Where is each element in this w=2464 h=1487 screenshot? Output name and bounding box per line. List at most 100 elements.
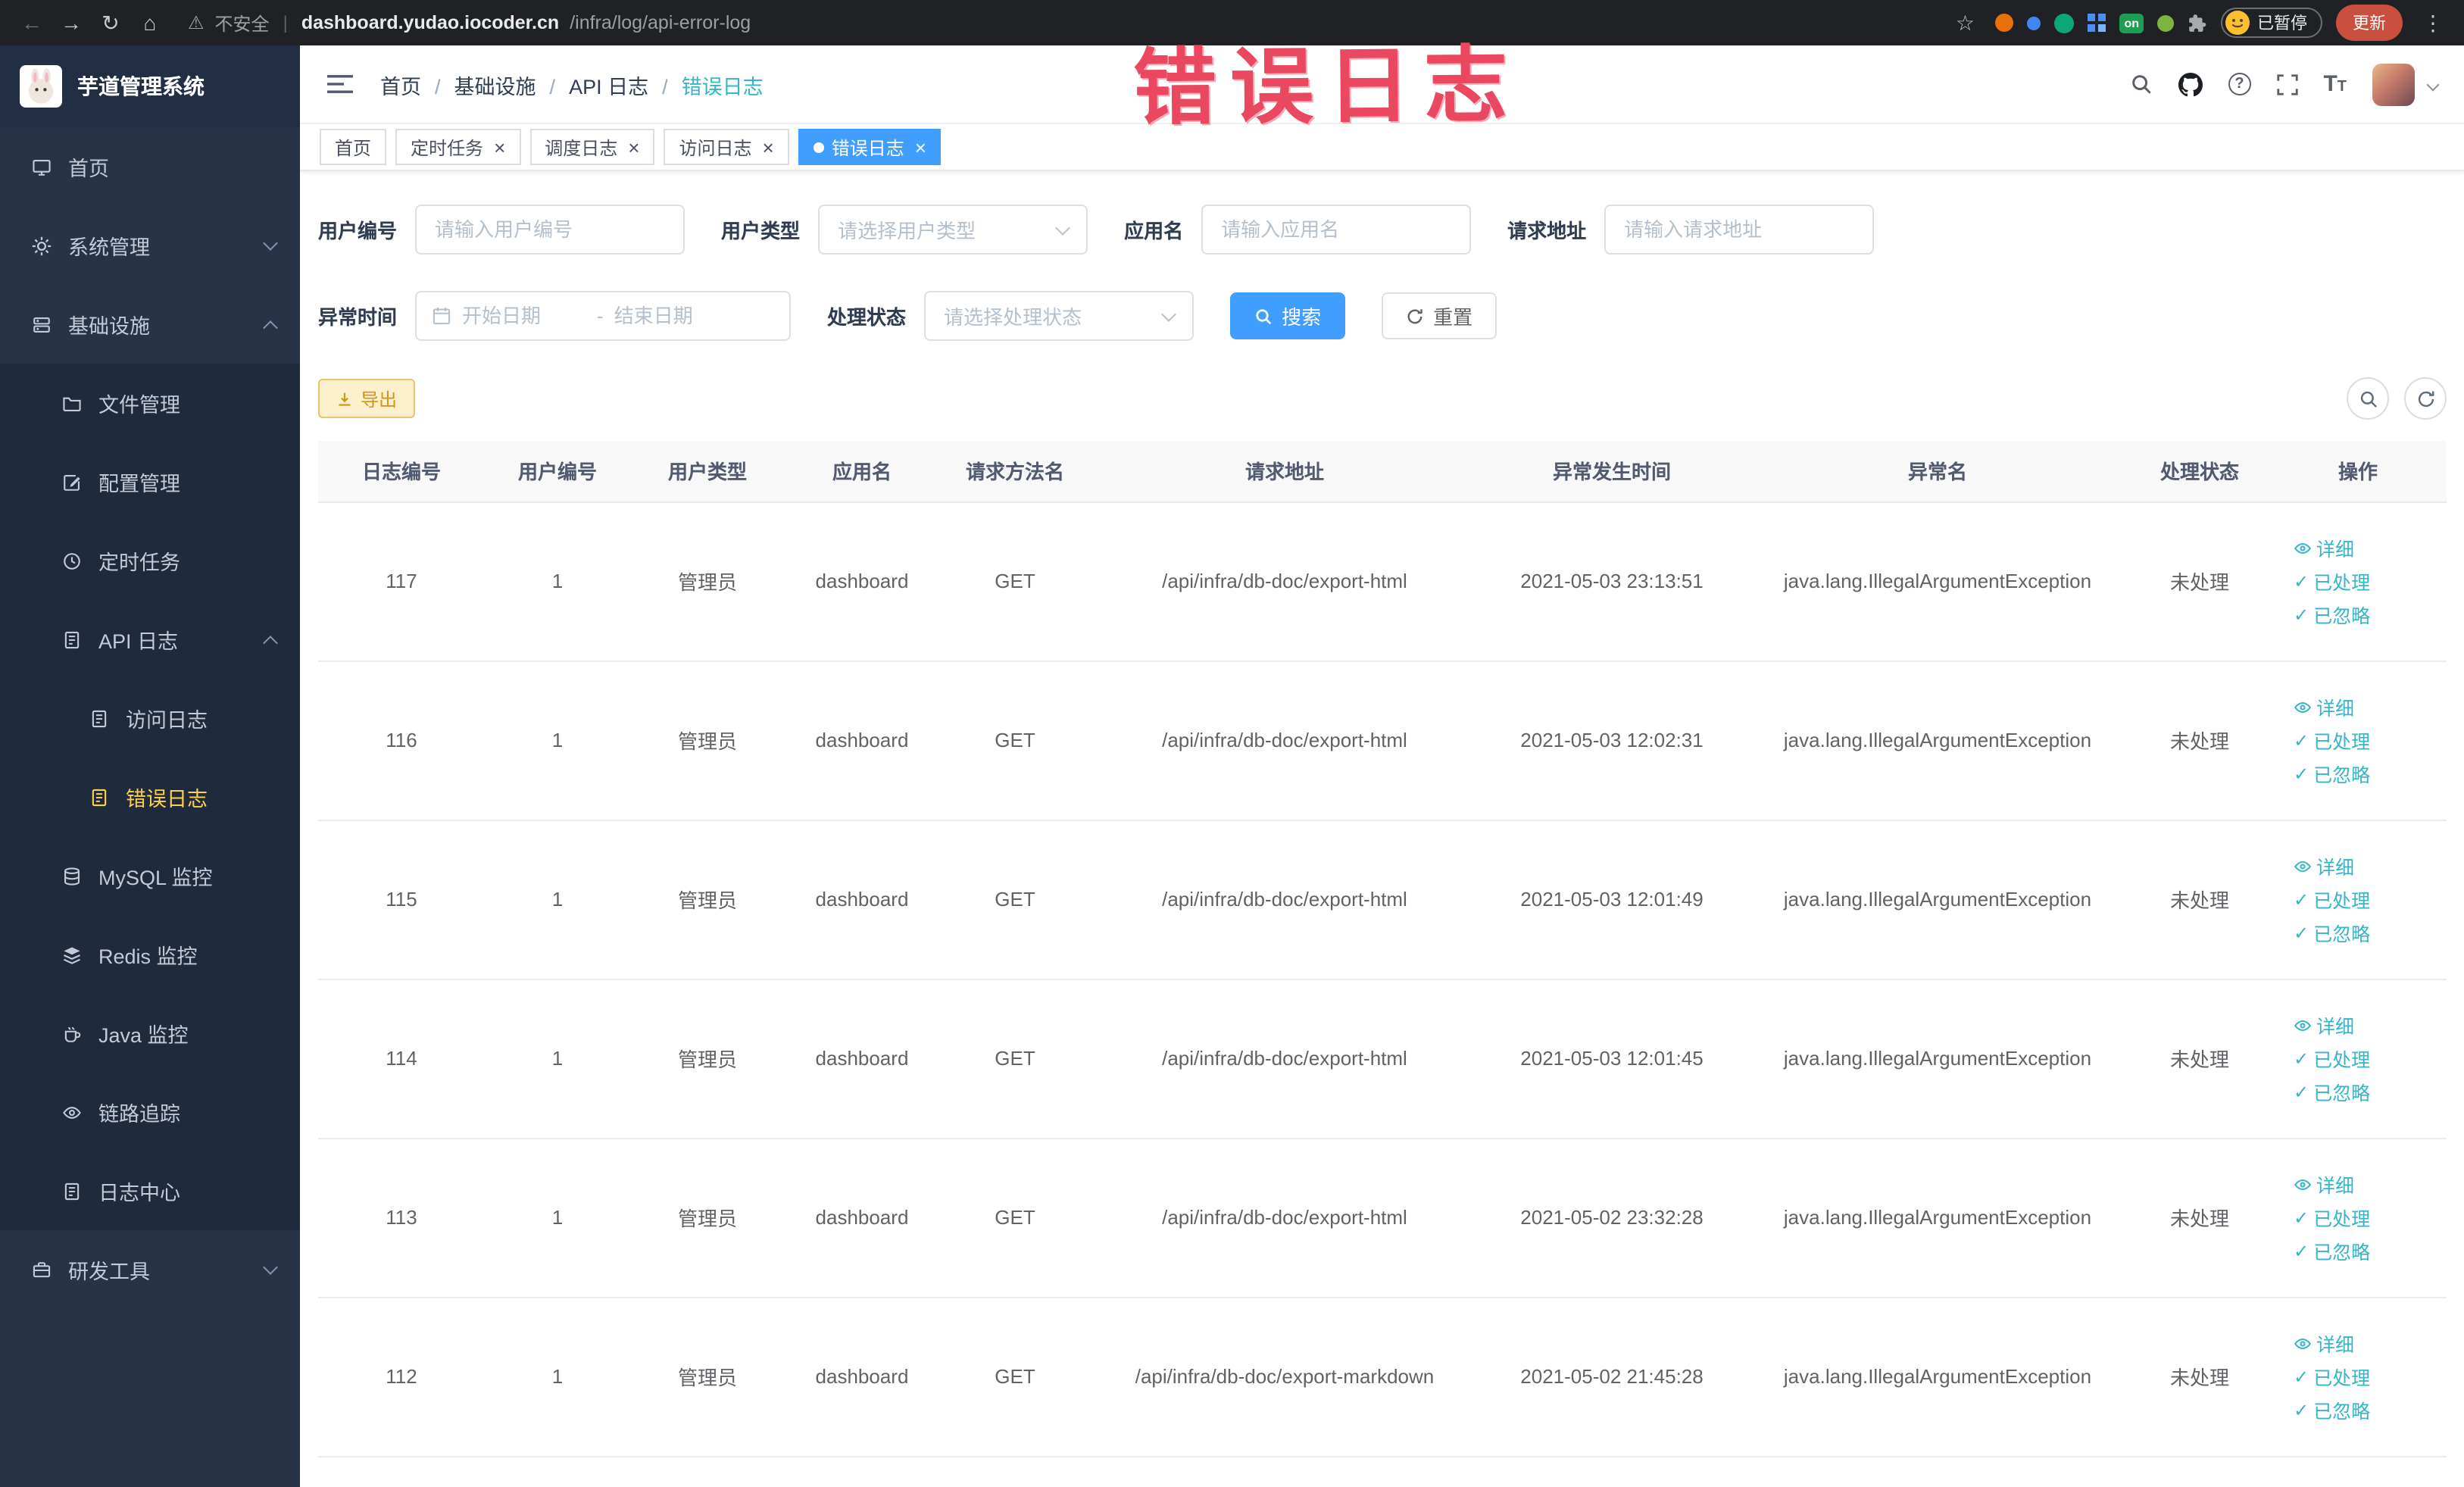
toggle-search-button[interactable] [2347,377,2389,420]
eye-icon [2294,701,2311,713]
close-icon[interactable] [763,137,774,157]
extensions-puzzle-icon[interactable] [2188,13,2207,33]
home-icon[interactable]: ⌂ [133,6,167,39]
breadcrumb-home[interactable]: 首页 [380,69,454,99]
sidebar-item-label: 定时任务 [98,551,180,574]
extension-icon[interactable] [2027,16,2041,30]
sidebar-item-link-tracing[interactable]: 链路追踪 [0,1073,300,1151]
close-icon[interactable] [915,137,926,157]
mark-processed-link[interactable]: 已处理 [2294,1044,2370,1073]
extension-icon[interactable] [1995,14,2014,32]
sidebar-item-access-log[interactable]: 访问日志 [0,679,300,758]
close-icon[interactable] [628,137,639,157]
detail-link[interactable]: 详细 [2294,692,2354,721]
reset-button[interactable]: 重置 [1382,292,1497,339]
tab-schedule-log[interactable]: 调度日志 [529,129,655,165]
mark-processed-link[interactable]: 已处理 [2294,885,2370,914]
mark-processed-link[interactable]: 已处理 [2294,567,2370,595]
export-button[interactable]: 导出 [318,379,416,418]
detail-link[interactable]: 详细 [2294,1011,2354,1039]
github-icon[interactable] [2178,72,2203,96]
back-icon[interactable]: ← [15,6,48,39]
sidebar-item-home[interactable]: 首页 [0,127,300,206]
process-status-select[interactable]: 请选择处理状态 [924,291,1195,341]
processed-label: 已处理 [2313,573,2371,594]
close-icon[interactable] [494,137,505,157]
sidebar-item-java-monitor[interactable]: Java 监控 [0,994,300,1073]
detail-link[interactable]: 详细 [2294,1170,2354,1198]
refresh-table-button[interactable] [2404,377,2447,420]
sidebar-item-config-management[interactable]: 配置管理 [0,442,300,521]
collapse-sidebar-button[interactable] [327,73,353,95]
tab-access-log[interactable]: 访问日志 [664,129,789,165]
check-icon [2294,763,2309,784]
avatar-dropdown-caret[interactable] [2426,77,2440,91]
detail-link[interactable]: 详细 [2294,851,2354,880]
forward-icon[interactable]: → [55,6,88,39]
sidebar-item-dev-tools[interactable]: 研发工具 [0,1230,300,1309]
breadcrumb-infrastructure[interactable]: 基础设施 [454,69,570,99]
font-size-icon[interactable]: TT [2323,73,2347,95]
help-icon[interactable] [2228,73,2251,95]
mark-ignored-link[interactable]: 已忽略 [2294,1236,2370,1265]
cell-request-url: /api/infra/db-doc/export-html [1091,501,1479,661]
check-icon [2294,1048,2309,1069]
end-date-input[interactable] [614,305,739,327]
mark-ignored-link[interactable]: 已忽略 [2294,1077,2370,1106]
sidebar-item-scheduled-jobs[interactable]: 定时任务 [0,521,300,600]
browser-update-button[interactable]: 更新 [2336,5,2403,41]
menu-kebab-icon[interactable]: ⋮ [2416,6,2450,39]
extension-on-badge[interactable]: on [2119,13,2144,33]
mark-ignored-link[interactable]: 已忽略 [2294,600,2370,629]
bookmark-star-icon[interactable]: ☆ [1948,6,1982,39]
tab-scheduled-jobs[interactable]: 定时任务 [395,129,521,165]
breadcrumb-api-log[interactable]: API 日志 [569,69,682,99]
extension-icon[interactable] [2157,14,2174,31]
mark-ignored-link[interactable]: 已忽略 [2294,759,2370,788]
error-log-table: 日志编号 用户编号 用户类型 应用名 请求方法名 请求地址 异常发生时间 异常名… [318,441,2447,1457]
start-date-input[interactable] [462,305,587,327]
sidebar-item-mysql-monitor[interactable]: MySQL 监控 [0,836,300,915]
address-bar[interactable]: ⚠ 不安全 | dashboard.yudao.iocoder.cn/infra… [188,10,751,36]
search-button[interactable]: 搜索 [1230,292,1346,339]
mark-processed-link[interactable]: 已处理 [2294,1203,2370,1232]
profile-paused-chip[interactable]: 已暂停 [2221,8,2322,38]
request-url-input[interactable] [1604,205,1875,255]
url-host[interactable]: dashboard.yudao.iocoder.cn [301,12,559,33]
cell-status: 未处理 [2130,1138,2269,1298]
search-icon[interactable] [2129,73,2152,95]
fullscreen-icon[interactable] [2276,73,2298,95]
sidebar-item-error-log[interactable]: 错误日志 [0,758,300,836]
sidebar-item-infrastructure[interactable]: 基础设施 [0,285,300,364]
mark-ignored-link[interactable]: 已忽略 [2294,918,2370,947]
sidebar-item-system-management[interactable]: 系统管理 [0,206,300,285]
mark-processed-link[interactable]: 已处理 [2294,1362,2370,1391]
extension-icon[interactable] [2054,13,2075,33]
detail-link[interactable]: 详细 [2294,1329,2354,1357]
calendar-icon [433,307,451,325]
check-icon [2294,922,2309,943]
address-divider: | [283,12,288,33]
security-label[interactable]: 不安全 [215,10,270,36]
app-name-input[interactable] [1201,205,1472,255]
detail-label: 详细 [2316,858,2355,879]
security-warning-icon[interactable]: ⚠ [188,12,205,33]
column-header: 应用名 [785,441,939,502]
reload-icon[interactable]: ↻ [94,6,127,39]
tab-error-log[interactable]: 错误日志 [798,129,942,165]
user-type-select[interactable]: 请选择用户类型 [818,205,1088,255]
user-id-input[interactable] [415,205,685,255]
url-path[interactable]: /infra/log/api-error-log [570,12,751,33]
detail-link[interactable]: 详细 [2294,533,2354,562]
mark-processed-link[interactable]: 已处理 [2294,726,2370,754]
sidebar-item-log-center[interactable]: 日志中心 [0,1151,300,1230]
sidebar-item-file-management[interactable]: 文件管理 [0,364,300,442]
extension-grid-icon[interactable] [2088,14,2106,32]
user-avatar[interactable] [2372,63,2415,105]
mark-ignored-link[interactable]: 已忽略 [2294,1395,2370,1424]
exception-time-range-picker[interactable]: - [415,291,792,341]
tab-home[interactable]: 首页 [320,129,387,165]
app-logo[interactable]: 芋道管理系统 [0,45,300,127]
sidebar-item-api-log[interactable]: API 日志 [0,600,300,679]
sidebar-item-redis-monitor[interactable]: Redis 监控 [0,915,300,994]
